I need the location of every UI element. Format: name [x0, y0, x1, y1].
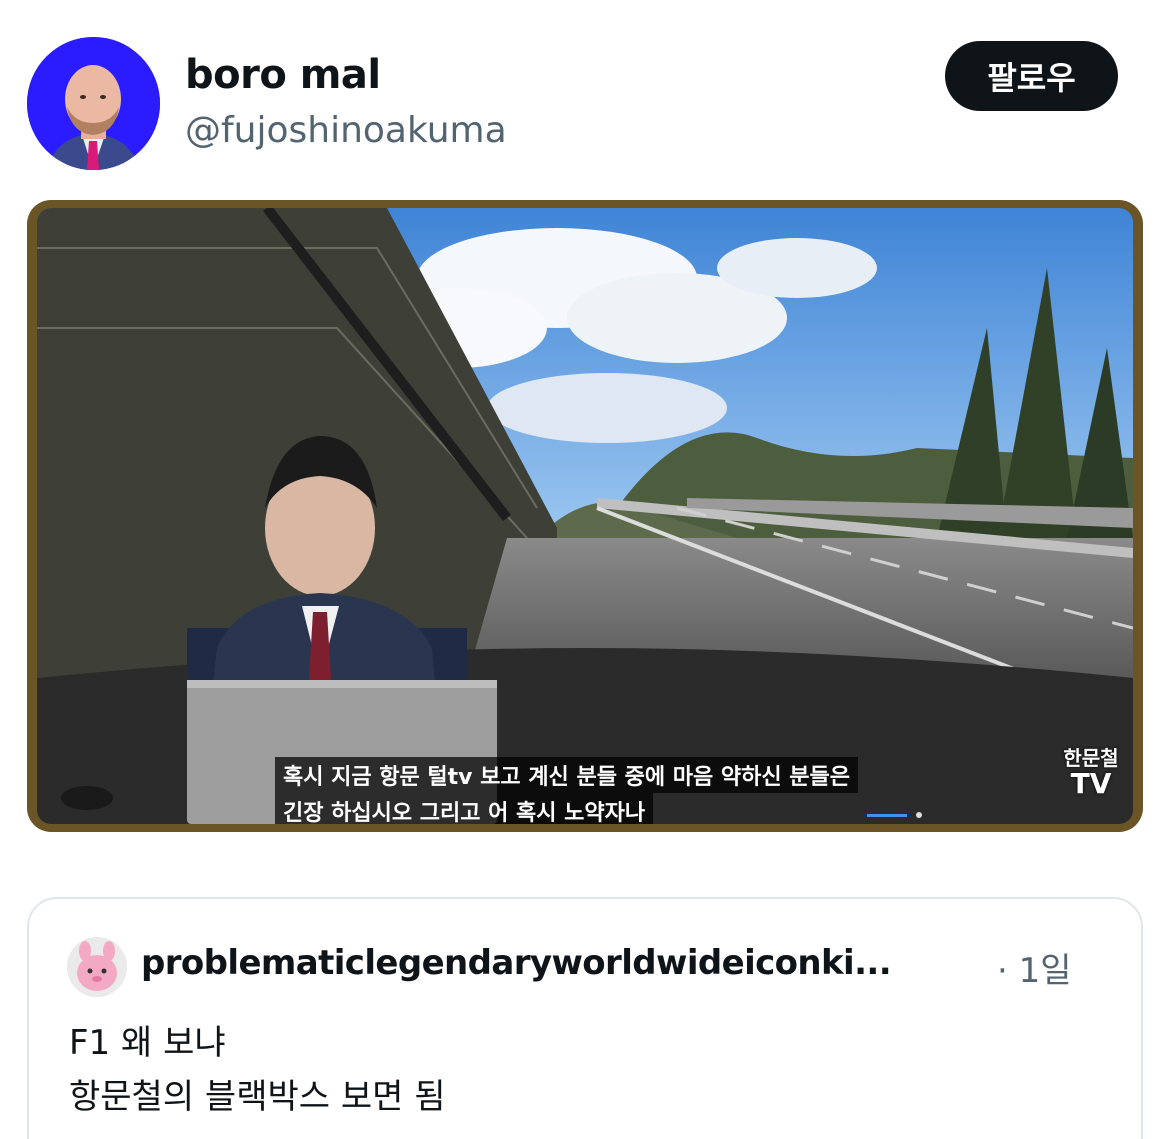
- author-display-name[interactable]: boro mal: [185, 52, 381, 98]
- quoted-post-text-line-2: 항문철의 블랙박스 보면 됨: [69, 1077, 446, 1117]
- channel-logo-name: 한문철: [1063, 746, 1119, 770]
- quoted-post[interactable]: problematiclegendaryworldwideiconki... ·…: [27, 897, 1143, 1139]
- quoted-author-avatar[interactable]: [67, 937, 127, 997]
- follow-button[interactable]: 팔로우: [945, 41, 1118, 111]
- video-frame[interactable]: 혹시 지금 항문 털tv 보고 계신 분들 중에 마음 약하신 분들은 긴장 하…: [37, 208, 1133, 824]
- author-avatar[interactable]: [27, 37, 160, 170]
- quoted-author-name[interactable]: problematiclegendaryworldwideiconki...: [141, 943, 892, 983]
- video-subtitle-line-1: 혹시 지금 항문 털tv 보고 계신 분들 중에 마음 약하신 분들은: [275, 757, 858, 793]
- channel-logo: 한문철 TV: [1055, 748, 1127, 798]
- video-subtitle-line-2: 긴장 하십시오 그리고 어 혹시 노약자나: [275, 793, 654, 824]
- quoted-post-text-line-1: F1 왜 보냐: [69, 1023, 226, 1063]
- quoted-post-time[interactable]: · 1일: [997, 943, 1072, 992]
- channel-logo-tv: TV: [1070, 767, 1112, 800]
- post-media[interactable]: 혹시 지금 항문 털tv 보고 계신 분들 중에 마음 약하신 분들은 긴장 하…: [27, 200, 1143, 832]
- post-header: boro mal @fujoshinoakuma 팔로우: [0, 0, 1170, 190]
- author-handle[interactable]: @fujoshinoakuma: [185, 110, 507, 151]
